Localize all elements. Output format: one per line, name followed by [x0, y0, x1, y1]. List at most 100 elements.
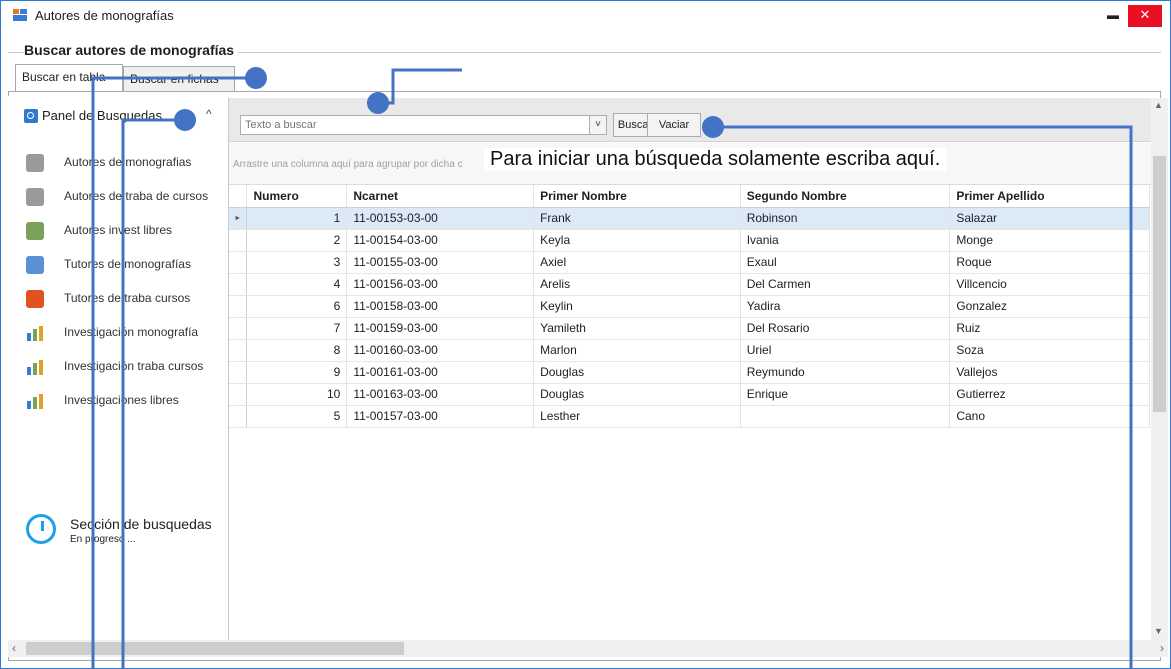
table-row[interactable]: 5 11-00157-03-00 Lesther Cano — [229, 405, 1150, 428]
row-indicator[interactable] — [229, 273, 248, 296]
table-cell[interactable]: Cano — [949, 405, 1150, 428]
table-cell[interactable]: 11-00160-03-00 — [346, 339, 535, 362]
close-button[interactable]: ✕ — [1128, 5, 1162, 27]
table-cell[interactable]: Enrique — [740, 383, 951, 406]
table-cell[interactable]: Gonzalez — [949, 295, 1150, 318]
table-row[interactable]: 6 11-00158-03-00 Keylin Yadira Gonzalez — [229, 295, 1150, 318]
table-cell[interactable]: Frank — [533, 207, 741, 230]
scroll-up-icon[interactable]: ▲ — [1154, 100, 1163, 110]
table-cell[interactable]: Lesther — [533, 405, 741, 428]
sidebar-item-autores-monografias[interactable]: Autores de monografias — [22, 150, 222, 176]
table-cell[interactable]: Uriel — [740, 339, 951, 362]
column-header[interactable]: Ncarnet — [346, 185, 535, 208]
row-indicator[interactable]: ► — [229, 207, 248, 230]
table-cell[interactable]: 2 — [246, 229, 348, 252]
table-row[interactable]: 3 11-00155-03-00 Axiel Exaul Roque — [229, 251, 1150, 274]
table-cell[interactable]: 11-00158-03-00 — [346, 295, 535, 318]
row-indicator[interactable] — [229, 361, 248, 384]
column-header[interactable]: Segundo Nombre — [740, 185, 951, 208]
table-cell[interactable]: Keylin — [533, 295, 741, 318]
table-cell[interactable]: Marlon — [533, 339, 741, 362]
row-indicator[interactable] — [229, 295, 248, 318]
table-cell[interactable]: Reymundo — [740, 361, 951, 384]
table-row[interactable]: 10 11-00163-03-00 Douglas Enrique Gutierrez — [229, 383, 1150, 406]
table-cell[interactable]: Robinson — [740, 207, 951, 230]
sidebar-item-investigacion-monografia[interactable]: Investigación monografía — [22, 320, 222, 346]
table-cell[interactable]: Vallejos — [949, 361, 1150, 384]
search-input[interactable] — [240, 115, 590, 135]
table-cell[interactable]: Ivania — [740, 229, 951, 252]
table-cell[interactable]: Roque — [949, 251, 1150, 274]
sidebar-item-autores-traba-cursos[interactable]: Autores de traba de cursos — [22, 184, 222, 210]
vertical-scrollbar[interactable]: ▲ ▼ — [1151, 98, 1168, 642]
table-cell[interactable]: Arelis — [533, 273, 741, 296]
row-indicator[interactable] — [229, 339, 248, 362]
table-cell[interactable]: 3 — [246, 251, 348, 274]
sidebar-item-autores-invest-libres[interactable]: Autores invest libres — [22, 218, 222, 244]
table-cell[interactable]: 11-00157-03-00 — [346, 405, 535, 428]
table-cell[interactable]: 4 — [246, 273, 348, 296]
table-cell[interactable]: 7 — [246, 317, 348, 340]
scroll-thumb[interactable] — [26, 642, 404, 655]
table-cell[interactable]: Douglas — [533, 361, 741, 384]
scroll-down-icon[interactable]: ▼ — [1154, 626, 1163, 636]
table-cell[interactable]: 11-00161-03-00 — [346, 361, 535, 384]
table-cell[interactable]: Keyla — [533, 229, 741, 252]
table-cell[interactable]: 11-00155-03-00 — [346, 251, 535, 274]
table-cell[interactable]: 9 — [246, 361, 348, 384]
table-row[interactable]: ► 1 11-00153-03-00 Frank Robinson Salazar — [229, 207, 1150, 230]
table-row[interactable]: 8 11-00160-03-00 Marlon Uriel Soza — [229, 339, 1150, 362]
table-row[interactable]: 2 11-00154-03-00 Keyla Ivania Monge — [229, 229, 1150, 252]
table-cell[interactable] — [740, 405, 951, 428]
table-cell[interactable]: Soza — [949, 339, 1150, 362]
table-row[interactable]: 4 11-00156-03-00 Arelis Del Carmen Villcenci… — [229, 273, 1150, 296]
scroll-right-icon[interactable]: › — [1160, 641, 1164, 655]
scroll-thumb[interactable] — [1153, 156, 1166, 412]
table-cell[interactable]: Del Carmen — [740, 273, 951, 296]
table-cell[interactable]: 11-00156-03-00 — [346, 273, 535, 296]
tab-buscar-en-fichas[interactable]: Buscar en fichas — [123, 66, 235, 92]
row-indicator[interactable] — [229, 317, 248, 340]
table-row[interactable]: 9 11-00161-03-00 Douglas Reymundo Vallejos — [229, 361, 1150, 384]
horizontal-scrollbar[interactable]: ‹ › — [8, 640, 1168, 657]
column-header[interactable]: Primer Apellido — [949, 185, 1150, 208]
row-indicator[interactable] — [229, 405, 248, 428]
table-cell[interactable]: 8 — [246, 339, 348, 362]
table-cell[interactable]: Villcencio — [949, 273, 1150, 296]
minimize-button[interactable]: ▬ — [1100, 5, 1126, 27]
sidebar-item-tutores-monografias[interactable]: Tutores de monografías — [22, 252, 222, 278]
side-panel-header[interactable]: Panel de Busquedas ^ — [8, 106, 226, 128]
table-cell[interactable]: Douglas — [533, 383, 741, 406]
row-indicator[interactable] — [229, 229, 248, 252]
column-header[interactable]: Primer Nombre — [533, 185, 741, 208]
tab-buscar-en-tabla[interactable]: Buscar en tabla — [15, 64, 123, 92]
table-cell[interactable]: Del Rosario — [740, 317, 951, 340]
table-cell[interactable]: Salazar — [949, 207, 1150, 230]
sidebar-item-tutores-traba-cursos[interactable]: Tutores de traba cursos — [22, 286, 222, 312]
clear-button[interactable]: Vaciar — [647, 113, 701, 137]
table-cell[interactable]: Ruiz — [949, 317, 1150, 340]
table-cell[interactable]: Axiel — [533, 251, 741, 274]
row-indicator[interactable] — [229, 251, 248, 274]
table-cell[interactable]: 6 — [246, 295, 348, 318]
chevron-up-icon[interactable]: ^ — [206, 107, 212, 121]
table-cell[interactable]: 5 — [246, 405, 348, 428]
table-cell[interactable]: Monge — [949, 229, 1150, 252]
table-cell[interactable]: Yamileth — [533, 317, 741, 340]
table-cell[interactable]: Exaul — [740, 251, 951, 274]
table-cell[interactable]: 11-00159-03-00 — [346, 317, 535, 340]
table-cell[interactable]: 11-00153-03-00 — [346, 207, 535, 230]
sidebar-item-investigaciones-libres[interactable]: Investigaciones libres — [22, 388, 222, 414]
table-cell[interactable]: Yadira — [740, 295, 951, 318]
table-cell[interactable]: 10 — [246, 383, 348, 406]
table-row[interactable]: 7 11-00159-03-00 Yamileth Del Rosario Ruiz — [229, 317, 1150, 340]
sidebar-item-investigacion-traba-cursos[interactable]: Investigación traba cursos — [22, 354, 222, 380]
table-cell[interactable]: 11-00163-03-00 — [346, 383, 535, 406]
row-indicator[interactable] — [229, 383, 248, 406]
table-cell[interactable]: 1 — [246, 207, 348, 230]
table-cell[interactable]: Gutierrez — [949, 383, 1150, 406]
chevron-down-icon[interactable]: ˅ — [589, 115, 607, 135]
table-cell[interactable]: 11-00154-03-00 — [346, 229, 535, 252]
column-header[interactable]: Numero — [246, 185, 348, 208]
scroll-left-icon[interactable]: ‹ — [12, 641, 16, 655]
